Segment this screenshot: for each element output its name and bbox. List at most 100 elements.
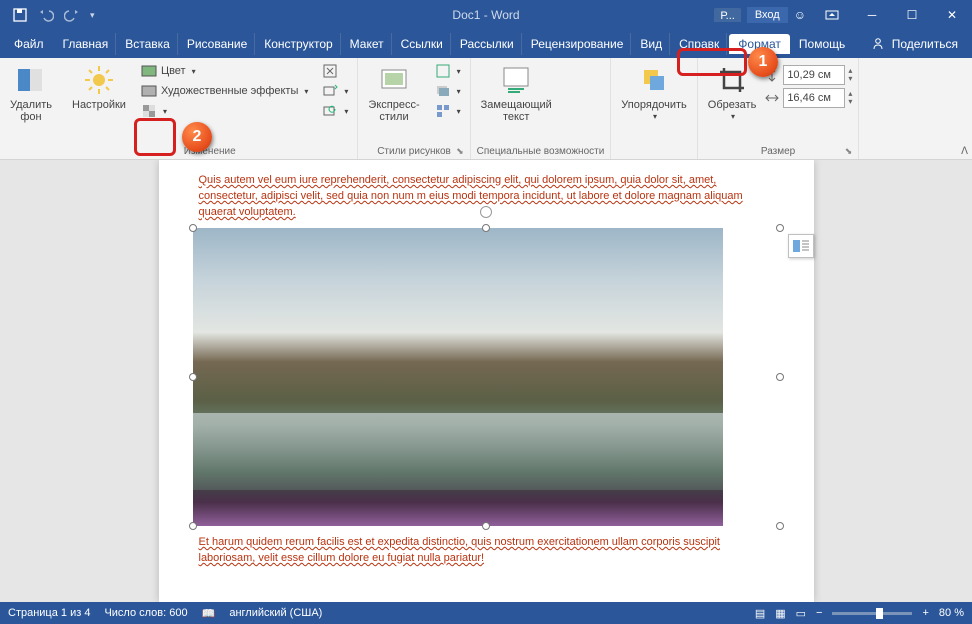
layout-options-button[interactable] — [788, 234, 814, 258]
tab-home[interactable]: Главная — [56, 33, 117, 55]
zoom-in-button[interactable]: + — [922, 607, 928, 619]
picture-layout-button[interactable]: ▾ — [432, 102, 464, 120]
color-button[interactable]: Цвет▾ — [138, 62, 311, 80]
resize-handle[interactable] — [189, 373, 197, 381]
remove-background-icon — [15, 64, 47, 96]
alt-text-icon — [500, 64, 532, 96]
styles-launcher-icon[interactable]: ⬊ — [456, 146, 464, 157]
transparency-button[interactable]: ▾ — [138, 102, 311, 120]
status-bar: Страница 1 из 4 Число слов: 600 📖 англий… — [0, 602, 972, 624]
width-stepper[interactable]: ▴▾ — [848, 90, 852, 106]
collapse-ribbon-icon[interactable]: ᐱ — [961, 146, 968, 157]
resize-handle[interactable] — [776, 373, 784, 381]
spellcheck-icon[interactable]: 📖 — [202, 607, 216, 620]
zoom-slider[interactable] — [832, 612, 912, 615]
qat-dropdown-icon[interactable]: ▾ — [90, 10, 95, 21]
callout-2: 2 — [182, 122, 212, 152]
tab-help[interactable]: Помощь — [792, 33, 852, 55]
language-status[interactable]: английский (США) — [229, 607, 322, 619]
zoom-out-button[interactable]: − — [816, 607, 822, 619]
page[interactable]: Quis autem vel eum iure reprehenderit, c… — [159, 160, 814, 602]
width-input[interactable]: 16,46 см — [783, 88, 845, 108]
document-area[interactable]: Quis autem vel eum iure reprehenderit, c… — [0, 160, 972, 602]
change-picture-icon — [322, 83, 338, 99]
paragraph-2[interactable]: Et harum quidem rerum facilis est et exp… — [199, 534, 774, 566]
arrange-button[interactable]: Упорядочить▾ — [617, 62, 690, 159]
artistic-effects-button[interactable]: Художественные эффекты▾ — [138, 82, 311, 100]
title-bar: ▾ Doc1 - Word Р... Вход ☺ ─ ☐ ✕ — [0, 0, 972, 30]
border-icon — [435, 63, 451, 79]
height-input[interactable]: 10,29 см — [783, 65, 845, 85]
tab-mailings[interactable]: Рассылки — [453, 33, 522, 55]
reset-icon — [322, 103, 338, 119]
resize-handle[interactable] — [189, 522, 197, 530]
remove-background-button[interactable]: Удалить фон — [6, 62, 56, 159]
crop-button[interactable]: Обрезать▾ — [704, 62, 761, 146]
picture-border-button[interactable]: ▾ — [432, 62, 464, 80]
print-layout-icon[interactable]: ▦ — [775, 607, 785, 620]
group-adjust-label: Изменение — [68, 146, 351, 159]
word-count[interactable]: Число слов: 600 — [104, 607, 187, 619]
save-icon[interactable] — [12, 7, 28, 23]
change-picture-button[interactable]: ▾ — [319, 82, 351, 100]
width-value: 16,46 см — [787, 92, 831, 104]
brightness-icon — [83, 64, 115, 96]
face-icon[interactable]: ☺ — [794, 8, 806, 22]
web-layout-icon[interactable]: ▭ — [796, 607, 806, 620]
transparency-icon — [141, 103, 157, 119]
selected-picture[interactable] — [193, 228, 780, 526]
ribbon: Удалить фон Настройки Цвет▾ Художественн… — [0, 58, 972, 160]
callout-1: 1 — [748, 47, 778, 77]
tab-insert[interactable]: Вставка — [118, 33, 178, 55]
tab-references[interactable]: Ссылки — [394, 33, 451, 55]
resize-handle[interactable] — [482, 522, 490, 530]
undo-icon[interactable] — [38, 7, 54, 23]
resize-handle[interactable] — [776, 522, 784, 530]
page-count[interactable]: Страница 1 из 4 — [8, 607, 90, 619]
close-button[interactable]: ✕ — [932, 0, 972, 30]
color-icon — [141, 63, 157, 79]
ribbon-tabs: Файл Главная Вставка Рисование Конструкт… — [0, 30, 972, 58]
tab-design[interactable]: Конструктор — [257, 33, 340, 55]
tab-layout[interactable]: Макет — [343, 33, 392, 55]
resize-handle[interactable] — [482, 224, 490, 232]
maximize-button[interactable]: ☐ — [892, 0, 932, 30]
group-access-label: Специальные возможности — [477, 146, 605, 159]
effects-icon — [435, 83, 451, 99]
resize-handle[interactable] — [776, 224, 784, 232]
compress-icon — [322, 63, 338, 79]
window-title: Doc1 - Word — [452, 8, 519, 22]
tab-view[interactable]: Вид — [633, 33, 670, 55]
tab-help-partial[interactable]: Справк — [672, 33, 727, 55]
compress-pictures-button[interactable] — [319, 62, 351, 80]
picture-tools-context-tab[interactable]: Р... — [714, 8, 740, 22]
tab-draw[interactable]: Рисование — [180, 33, 255, 55]
tab-review[interactable]: Рецензирование — [524, 33, 632, 55]
group-styles-label: Стили рисунков — [364, 146, 463, 159]
ribbon-options-icon[interactable] — [812, 0, 852, 30]
redo-icon[interactable] — [64, 7, 80, 23]
resize-handle[interactable] — [189, 224, 197, 232]
alt-text-button[interactable]: Замещающий текст — [477, 62, 556, 146]
tab-file[interactable]: Файл — [4, 33, 54, 55]
picture-styles-button[interactable]: Экспресс- стили — [364, 62, 423, 146]
height-value: 10,29 см — [787, 69, 831, 81]
zoom-level[interactable]: 80 % — [939, 607, 964, 619]
sign-in-button[interactable]: Вход — [747, 7, 788, 23]
read-mode-icon[interactable]: ▤ — [755, 607, 765, 620]
minimize-button[interactable]: ─ — [852, 0, 892, 30]
rotate-handle[interactable] — [480, 206, 492, 218]
layout-icon — [435, 103, 451, 119]
reset-picture-button[interactable]: ▾ — [319, 102, 351, 120]
artistic-icon — [141, 83, 157, 99]
picture-landscape[interactable] — [193, 228, 723, 526]
height-stepper[interactable]: ▴▾ — [848, 67, 852, 83]
picture-effects-button[interactable]: ▾ — [432, 82, 464, 100]
corrections-button[interactable]: Настройки — [68, 62, 130, 146]
picture-style-icon — [378, 64, 410, 96]
share-person-icon — [872, 36, 886, 53]
size-launcher-icon[interactable]: ⬊ — [845, 146, 853, 157]
arrange-icon — [638, 64, 670, 96]
crop-icon — [716, 64, 748, 96]
share-button[interactable]: Поделиться — [892, 37, 958, 51]
